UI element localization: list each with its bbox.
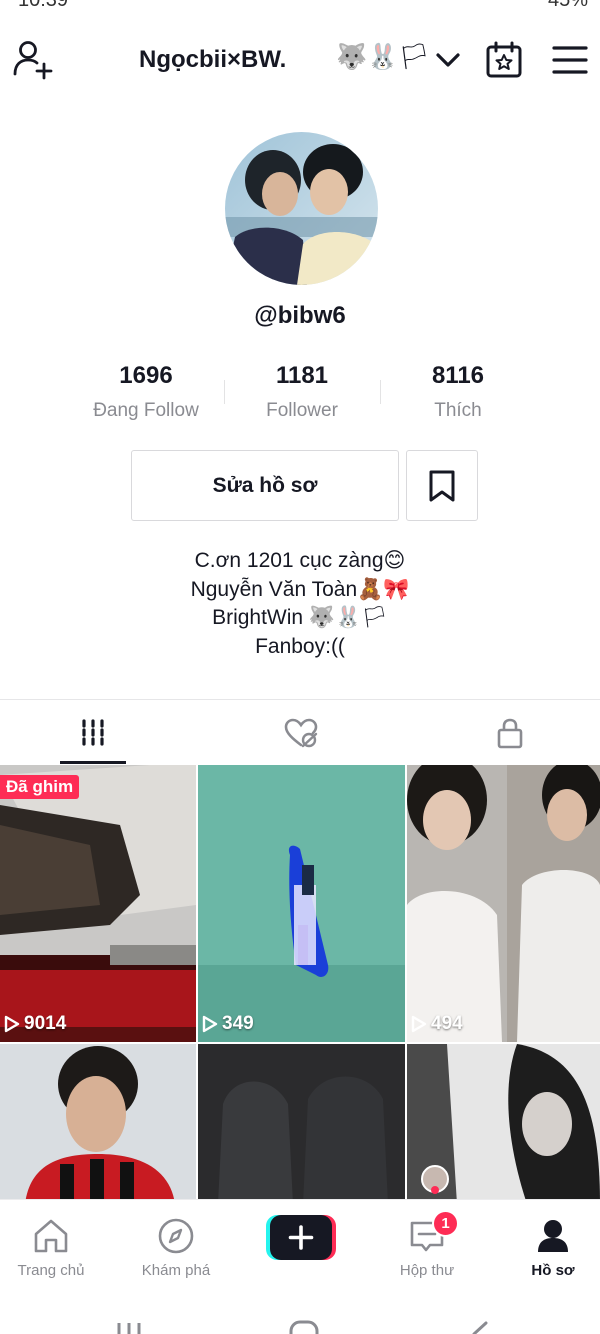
favorites-button[interactable] [406,450,478,521]
system-nav-icons [117,1320,488,1334]
view-count-value: 9014 [24,1013,67,1034]
stat-value: 1181 [275,362,329,389]
bio-line: C.ơn 1201 cục zàng😊 [194,549,406,572]
tab-videos[interactable] [0,700,186,765]
stat-followers[interactable]: 1181 Follower [224,360,380,430]
video-grid-icon [82,718,104,747]
nav-label: Trang chủ [17,1262,85,1279]
video-thumbnail[interactable]: Đã ghim 9014 [0,765,196,1042]
notification-badge: 1 [432,1210,459,1237]
view-count: 9014 [4,1013,66,1035]
thumbnail-image [198,765,405,1042]
profile-bio: C.ơn 1201 cục zàng😊 Nguyễn Văn Toàn🧸🎀 Br… [0,547,600,661]
heart-hidden-icon [284,718,318,747]
video-thumbnail[interactable]: 494 [407,765,600,1042]
stat-value: 8116 [431,362,485,389]
view-count: 349 [202,1013,254,1035]
view-count-value: 494 [431,1013,463,1034]
lock-icon [497,718,523,748]
nav-label: Hộp thư [399,1262,455,1279]
play-icon [202,1015,218,1033]
thumbnail-image [198,1044,405,1200]
username-emojis: 🐺🐰🏳 [336,42,430,71]
calendar-star-icon[interactable] [484,40,524,80]
view-count: 494 [411,1013,463,1035]
tab-private[interactable] [420,700,600,765]
video-grid: Đã ghim 9014 349 494 [0,765,600,1200]
nav-discover[interactable]: Khám phá [121,1200,231,1279]
active-tab-indicator [60,761,126,764]
play-icon [4,1015,20,1033]
profile-handle: @bibw6 [254,302,346,329]
thumbnail-image [0,765,196,1042]
add-friend-icon[interactable] [12,40,54,80]
view-count-value: 349 [222,1013,254,1034]
content-tabs [0,699,600,764]
create-video-button[interactable] [266,1214,336,1261]
profile-username[interactable]: Ngọcbii×BW. [139,46,286,74]
nav-inbox[interactable]: 1 Hộp thư [372,1200,482,1279]
nav-home[interactable]: Trang chủ [0,1200,106,1279]
stat-label: Thích [434,400,482,421]
profile-icon [538,1220,568,1252]
tab-liked[interactable] [206,700,396,765]
video-thumbnail[interactable] [0,1044,196,1200]
bookmark-icon [429,470,455,501]
stat-following[interactable]: 1696 Đang Follow [68,360,224,430]
video-thumbnail[interactable] [407,1044,600,1200]
stat-label: Đang Follow [93,400,199,421]
home-icon [34,1219,68,1253]
bottom-navigation: Trang chủ Khám phá 1 Hộp thư Hồ sơ [0,1199,600,1289]
compass-icon [158,1218,194,1254]
nav-label: Khám phá [141,1262,211,1279]
hamburger-menu-icon[interactable] [550,42,590,78]
chevron-down-icon[interactable] [434,46,462,74]
edit-profile-button[interactable]: Sửa hồ sơ [131,450,399,521]
system-navigation-bar [0,1289,600,1334]
stat-value: 1696 [119,362,173,389]
pinned-badge: Đã ghim [0,775,80,799]
status-battery: 45% [547,0,588,11]
bio-line: BrightWin 🐺🐰🏳 [212,606,388,629]
thumbnail-image [0,1044,196,1200]
nav-label: Hồ sơ [531,1262,575,1279]
bio-line: Nguyễn Văn Toàn🧸🎀 [190,577,410,601]
nav-profile[interactable]: Hồ sơ [498,1200,600,1279]
thumbnail-image [407,765,600,1042]
profile-stats: 1696 Đang Follow 1181 Follower 8116 Thíc… [68,360,536,430]
thumbnail-image [407,1044,600,1200]
status-time: 10:39 [18,0,69,11]
stat-likes[interactable]: 8116 Thích [380,360,536,430]
video-thumbnail[interactable]: 349 [198,765,405,1042]
video-thumbnail[interactable] [198,1044,405,1200]
status-bar: 10:39 45% [0,0,600,14]
play-icon [411,1015,427,1033]
bio-line: Fanboy:(( [255,634,345,658]
profile-avatar[interactable] [225,132,378,285]
stat-label: Follower [266,400,338,421]
profile-header: Ngọcbii×BW. 🐺🐰🏳 [0,30,600,90]
